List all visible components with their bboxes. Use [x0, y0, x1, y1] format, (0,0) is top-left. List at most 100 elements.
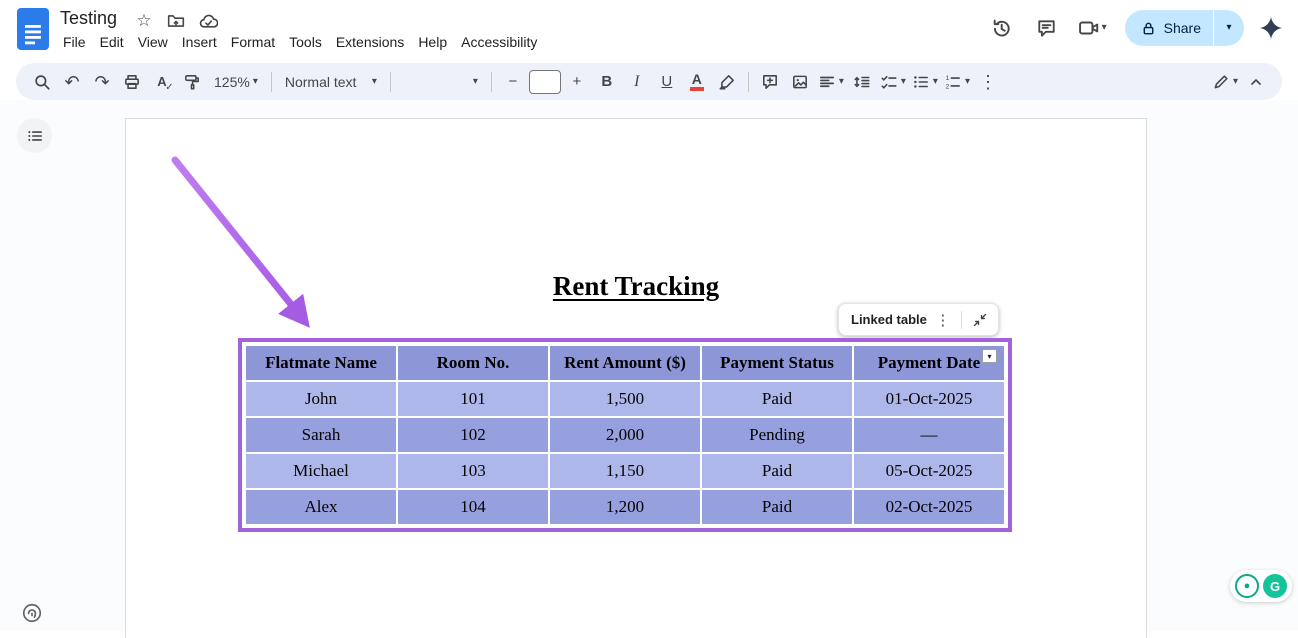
col-header-rent[interactable]: Rent Amount ($) — [549, 345, 701, 381]
cell[interactable]: 1,150 — [549, 453, 701, 489]
menu-edit[interactable]: Edit — [93, 32, 131, 52]
menu-extensions[interactable]: Extensions — [329, 32, 411, 52]
svg-text:2: 2 — [945, 83, 949, 90]
meet-call-button[interactable]: ▾ — [1074, 17, 1111, 39]
hide-menus-button[interactable] — [1242, 68, 1270, 96]
undo-icon[interactable]: ↶ — [58, 68, 86, 96]
collapse-icon[interactable] — [968, 308, 992, 332]
chevron-down-icon: ▾ — [253, 77, 258, 87]
cell[interactable]: 1,500 — [549, 381, 701, 417]
cell[interactable]: John — [245, 381, 397, 417]
zoom-select[interactable]: 125% ▾ — [208, 68, 264, 96]
more-options-icon[interactable]: ⋮ — [974, 68, 1002, 96]
menu-accessibility[interactable]: Accessibility — [454, 32, 544, 52]
cloud-status-icon[interactable] — [198, 11, 218, 31]
paint-format-icon[interactable] — [178, 68, 206, 96]
cell[interactable]: 2,000 — [549, 417, 701, 453]
linked-table-chip: Linked table ⋮ — [838, 303, 999, 336]
cell[interactable]: 104 — [397, 489, 549, 525]
accessibility-fingerprint-icon[interactable] — [19, 600, 45, 626]
menu-file[interactable]: File — [56, 32, 93, 52]
chevron-down-icon: ▾ — [901, 77, 906, 87]
insert-image-icon[interactable] — [786, 68, 814, 96]
spellcheck-icon[interactable]: A✓ — [148, 68, 176, 96]
col-header-flatmate[interactable]: Flatmate Name — [245, 345, 397, 381]
cell[interactable]: 05-Oct-2025 — [853, 453, 1005, 489]
cell[interactable]: Pending — [701, 417, 853, 453]
redo-icon[interactable]: ↷ — [88, 68, 116, 96]
cell[interactable]: Paid — [701, 489, 853, 525]
checklist-select[interactable]: ▾ — [878, 68, 908, 96]
cell[interactable]: Alex — [245, 489, 397, 525]
insert-comment-icon[interactable] — [756, 68, 784, 96]
numbered-list-select[interactable]: 1 2 ▾ — [942, 68, 972, 96]
col-header-room[interactable]: Room No. — [397, 345, 549, 381]
table-selection-border[interactable]: Flatmate Name Room No. Rent Amount ($) P… — [238, 338, 1012, 532]
table-row: Sarah 102 2,000 Pending — — [245, 417, 1005, 453]
chevron-down-icon: ▾ — [933, 77, 938, 87]
cell[interactable]: 103 — [397, 453, 549, 489]
gemini-sparkle-icon[interactable] — [1256, 13, 1286, 43]
share-button[interactable]: Share ▾ — [1125, 10, 1244, 46]
font-family-select[interactable]: ▾ — [398, 68, 484, 96]
google-docs-logo-icon[interactable] — [17, 8, 49, 50]
document-page[interactable]: Rent Tracking Linked table ⋮ Flatmate Na… — [125, 118, 1147, 638]
document-title[interactable]: Testing — [60, 8, 117, 29]
document-outline-button[interactable] — [17, 118, 52, 153]
table-row: Alex 104 1,200 Paid 02-Oct-2025 — [245, 489, 1005, 525]
highlight-color-icon[interactable] — [713, 68, 741, 96]
divider — [748, 72, 749, 92]
cell[interactable]: — — [853, 417, 1005, 453]
line-spacing-icon[interactable] — [848, 68, 876, 96]
cell[interactable]: 01-Oct-2025 — [853, 381, 1005, 417]
font-size-decrease-button[interactable]: − — [499, 68, 527, 96]
cell[interactable]: Paid — [701, 453, 853, 489]
comments-icon[interactable] — [1028, 9, 1066, 47]
cell[interactable]: 101 — [397, 381, 549, 417]
font-size-increase-button[interactable]: + — [563, 68, 591, 96]
column-dropdown-button[interactable]: ▾ — [982, 349, 997, 363]
cell[interactable]: 102 — [397, 417, 549, 453]
align-select[interactable]: ▾ — [816, 68, 846, 96]
cell[interactable]: Michael — [245, 453, 397, 489]
rent-tracking-table: Flatmate Name Room No. Rent Amount ($) P… — [244, 344, 1006, 526]
tone-detector-icon[interactable]: ● — [1235, 574, 1259, 598]
move-folder-icon[interactable] — [166, 11, 186, 31]
col-header-status[interactable]: Payment Status — [701, 345, 853, 381]
italic-button[interactable]: I — [623, 68, 651, 96]
cell[interactable]: Paid — [701, 381, 853, 417]
text-color-button[interactable]: A — [683, 68, 711, 96]
bold-button[interactable]: B — [593, 68, 621, 96]
cell[interactable]: 1,200 — [549, 489, 701, 525]
document-heading[interactable]: Rent Tracking — [126, 271, 1146, 302]
star-icon[interactable]: ☆ — [134, 11, 154, 31]
menu-format[interactable]: Format — [224, 32, 282, 52]
document-canvas: Rent Tracking Linked table ⋮ Flatmate Na… — [0, 100, 1298, 631]
font-size-input[interactable] — [529, 70, 561, 94]
share-dropdown-button[interactable]: ▾ — [1214, 10, 1244, 46]
share-main[interactable]: Share — [1125, 10, 1213, 46]
chevron-down-icon: ▾ — [1226, 23, 1231, 33]
paragraph-style-select[interactable]: Normal text ▾ — [279, 68, 383, 96]
chip-more-options-icon[interactable]: ⋮ — [931, 308, 955, 332]
menu-insert[interactable]: Insert — [175, 32, 224, 52]
print-icon[interactable] — [118, 68, 146, 96]
formatting-toolbar: ↶ ↷ A✓ 125% ▾ Normal text ▾ ▾ − + B I U … — [16, 63, 1282, 100]
grammarly-icon[interactable]: G — [1263, 574, 1287, 598]
editing-mode-select[interactable]: ▾ — [1210, 68, 1240, 96]
table-row: Michael 103 1,150 Paid 05-Oct-2025 — [245, 453, 1005, 489]
text-color-letter: A — [690, 72, 704, 91]
divider — [961, 311, 962, 329]
chevron-down-icon: ▾ — [1233, 77, 1238, 87]
menu-view[interactable]: View — [131, 32, 175, 52]
search-menus-icon[interactable] — [28, 68, 56, 96]
zoom-value: 125% — [214, 74, 250, 90]
menu-help[interactable]: Help — [411, 32, 454, 52]
cell[interactable]: Sarah — [245, 417, 397, 453]
bulleted-list-select[interactable]: ▾ — [910, 68, 940, 96]
cell[interactable]: 02-Oct-2025 — [853, 489, 1005, 525]
menu-tools[interactable]: Tools — [282, 32, 329, 52]
version-history-icon[interactable] — [982, 9, 1020, 47]
divider — [271, 72, 272, 92]
underline-button[interactable]: U — [653, 68, 681, 96]
